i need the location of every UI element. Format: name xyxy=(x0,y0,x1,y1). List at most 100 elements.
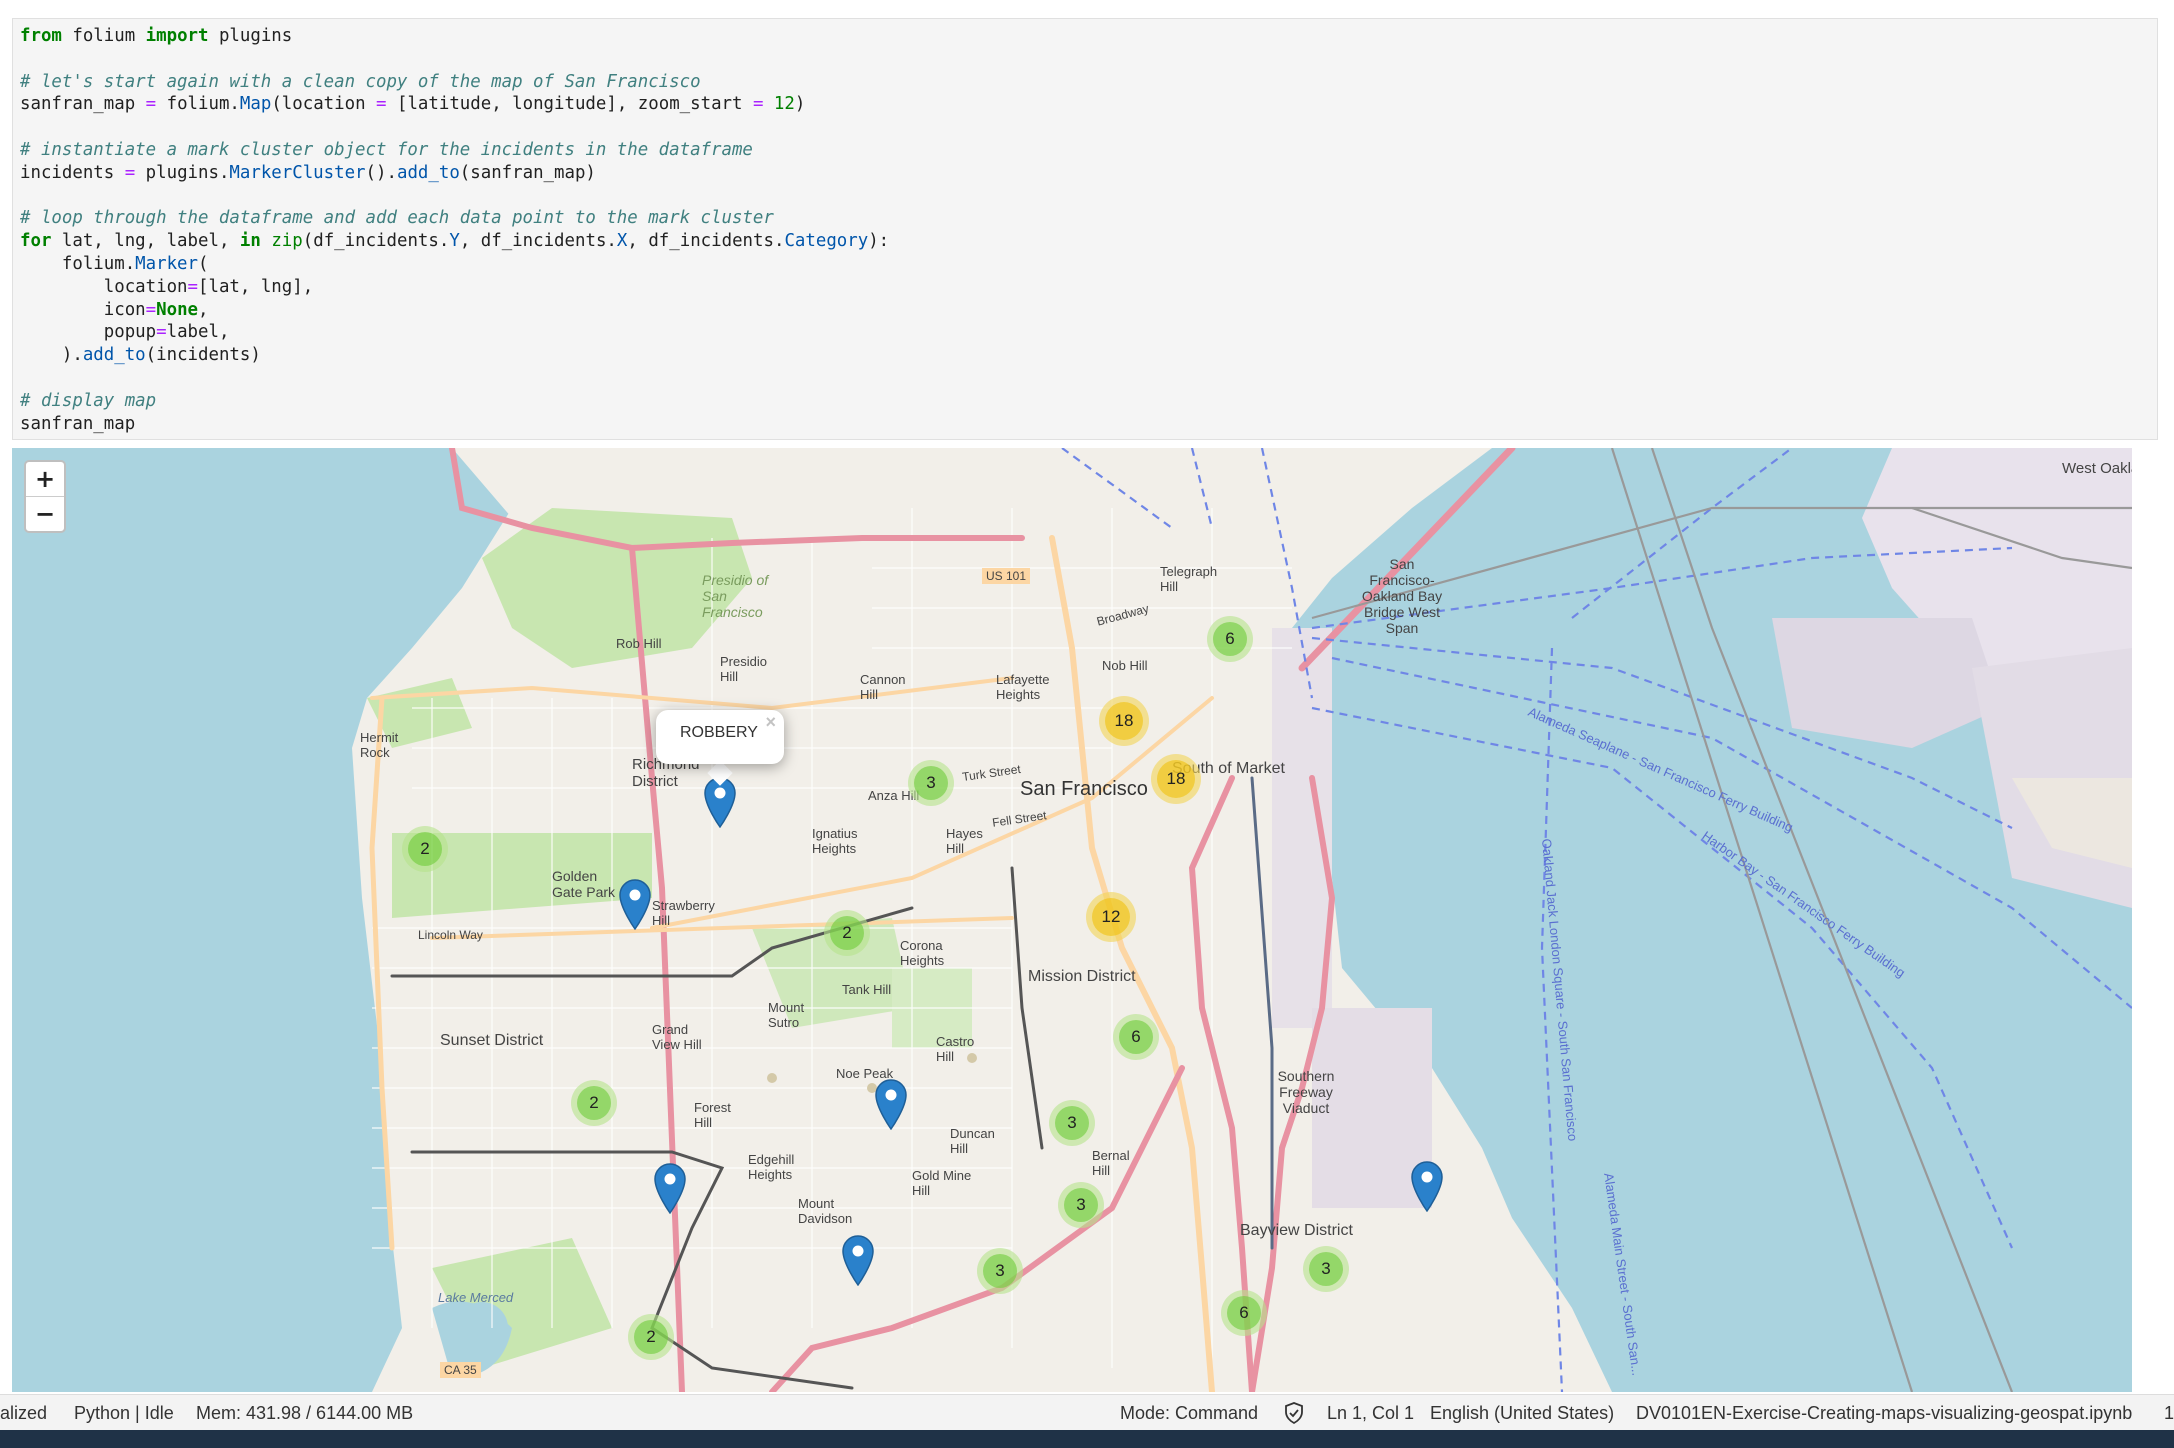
map-label-cannon-hill: Cannon Hill xyxy=(860,672,906,702)
zoom-control: + − xyxy=(24,460,66,533)
map-marker-pin[interactable] xyxy=(653,1162,687,1214)
code-line: popup=label, xyxy=(20,321,2157,344)
code-editor[interactable]: from folium import plugins # let's start… xyxy=(13,19,2157,435)
code-token: = xyxy=(156,322,167,343)
code-token: sanfran_map xyxy=(20,413,136,434)
status-kernel[interactable]: Python | Idle xyxy=(74,1403,174,1424)
map-label-corona-heights: Corona Heights xyxy=(900,938,945,968)
status-bar: alized Python | Idle Mem: 431.98 / 6144.… xyxy=(0,1394,2174,1431)
map-label-forest-hill: Forest Hill xyxy=(694,1100,731,1130)
cluster-count: 18 xyxy=(1157,760,1195,798)
code-token: ( xyxy=(198,253,209,274)
code-line: location=[lat, lng], xyxy=(20,276,2157,299)
cluster-count: 6 xyxy=(1227,1296,1261,1330)
code-token: lat, lng, label, xyxy=(51,231,240,252)
code-token: folium xyxy=(61,26,146,46)
map-label-castro-hill: Castro Hill xyxy=(936,1034,975,1064)
code-token: plugins xyxy=(208,26,293,46)
code-token: = xyxy=(187,276,199,297)
folium-map[interactable]: San Francisco South of Market Mission Di… xyxy=(12,448,2132,1392)
code-token: = xyxy=(376,94,387,115)
marker-cluster[interactable]: 2 xyxy=(402,826,448,872)
code-cell[interactable]: from folium import plugins # let's start… xyxy=(12,18,2158,440)
code-token: zip xyxy=(271,231,303,252)
cluster-count: 3 xyxy=(1309,1252,1343,1286)
code-token: = xyxy=(145,299,157,320)
marker-cluster[interactable]: 3 xyxy=(1058,1182,1104,1228)
map-label-mount-sutro: Mount Sutro xyxy=(768,1000,805,1030)
code-line: from folium import plugins xyxy=(20,25,2157,48)
map-marker-pin[interactable] xyxy=(1410,1160,1444,1212)
code-line: # display map xyxy=(20,390,2157,413)
code-token: popup xyxy=(20,322,157,343)
zoom-in-button[interactable]: + xyxy=(26,462,64,496)
zoom-out-button[interactable]: − xyxy=(26,496,64,531)
code-token: # let's start again with a clean copy of… xyxy=(20,71,701,92)
code-token: add_to xyxy=(82,345,146,366)
code-token: sanfran_map xyxy=(20,94,146,115)
marker-cluster[interactable]: 6 xyxy=(1113,1014,1159,1060)
cluster-count: 3 xyxy=(1055,1106,1089,1140)
marker-cluster[interactable]: 2 xyxy=(824,910,870,956)
code-token: add_to xyxy=(396,162,460,183)
code-line: # instantiate a mark cluster object for … xyxy=(20,139,2157,162)
marker-cluster[interactable]: 2 xyxy=(628,1314,674,1360)
map-label-rob-hill: Rob Hill xyxy=(616,636,662,651)
code-token: # instantiate a mark cluster object for … xyxy=(20,139,753,160)
cluster-count: 3 xyxy=(983,1254,1017,1288)
marker-cluster[interactable]: 3 xyxy=(908,760,954,806)
code-line: sanfran_map = folium.Map(location = [lat… xyxy=(20,93,2157,116)
marker-cluster[interactable]: 6 xyxy=(1221,1290,1267,1336)
code-line: ).add_to(incidents) xyxy=(20,344,2157,367)
desktop-taskbar xyxy=(0,1430,2174,1448)
status-memory: Mem: 431.98 / 6144.00 MB xyxy=(196,1403,414,1423)
map-label-telegraph-hill: Telegraph Hill xyxy=(1160,564,1218,594)
status-extra: 1 xyxy=(2164,1403,2174,1423)
marker-cluster[interactable]: 2 xyxy=(571,1080,617,1126)
marker-cluster[interactable]: 18 xyxy=(1099,696,1149,746)
code-token: Y xyxy=(449,231,460,252)
map-label-us101: US 101 xyxy=(982,568,1031,584)
popup-close-button[interactable]: × xyxy=(765,712,776,733)
marker-cluster[interactable]: 3 xyxy=(1049,1100,1095,1146)
status-mode: Mode: Command xyxy=(1120,1403,1259,1423)
cluster-count: 2 xyxy=(577,1086,611,1120)
status-cursor[interactable]: Ln 1, Col 1 xyxy=(1327,1403,1414,1424)
code-token: ). xyxy=(20,345,83,366)
code-token: in xyxy=(239,231,261,252)
code-line: # loop through the dataframe and add eac… xyxy=(20,207,2157,230)
cluster-count: 2 xyxy=(830,916,864,950)
map-label-san-francisco: San Francisco xyxy=(1020,778,1148,800)
map-marker-pin[interactable] xyxy=(618,878,652,930)
map-marker-pin[interactable] xyxy=(874,1078,908,1130)
code-token: MarkerCluster xyxy=(229,162,366,183)
cluster-count: 3 xyxy=(914,766,948,800)
marker-cluster[interactable]: 6 xyxy=(1207,616,1253,662)
map-label-presidio-hill: Presidio Hill xyxy=(720,654,767,684)
code-token: folium. xyxy=(20,253,136,274)
marker-cluster[interactable]: 18 xyxy=(1151,754,1201,804)
map-label-hermit-rock: Hermit Rock xyxy=(360,730,399,760)
code-token: incidents xyxy=(20,162,125,183)
cluster-count: 18 xyxy=(1105,702,1143,740)
code-token: , xyxy=(198,299,209,320)
code-token: icon xyxy=(20,299,146,320)
map-marker-pin[interactable] xyxy=(841,1234,875,1286)
cluster-count: 2 xyxy=(408,832,442,866)
marker-cluster[interactable]: 3 xyxy=(1303,1246,1349,1292)
marker-cluster[interactable]: 3 xyxy=(977,1248,1023,1294)
code-token: # display map xyxy=(20,390,157,411)
code-token: (df_incidents. xyxy=(302,231,450,252)
marker-cluster[interactable]: 12 xyxy=(1086,892,1136,942)
map-label-ca35: CA 35 xyxy=(440,1362,481,1378)
code-line: folium.Marker( xyxy=(20,253,2157,276)
cluster-count: 6 xyxy=(1119,1020,1153,1054)
code-token: [latitude, longitude], zoom_start xyxy=(386,94,753,115)
shield-icon[interactable] xyxy=(1284,1402,1304,1429)
status-language[interactable]: English (United States) xyxy=(1430,1403,1614,1424)
map-label-nob-hill: Nob Hill xyxy=(1102,658,1148,673)
map-label-lake-merced: Lake Merced xyxy=(438,1290,514,1305)
cluster-count: 2 xyxy=(634,1320,668,1354)
